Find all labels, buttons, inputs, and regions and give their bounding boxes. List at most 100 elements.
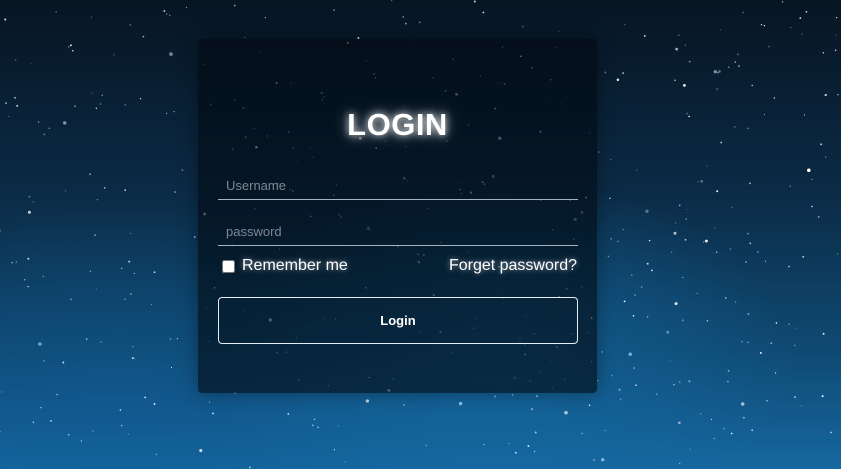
- star: [28, 195, 31, 198]
- star: [741, 341, 743, 343]
- star: [610, 158, 612, 161]
- star: [124, 298, 126, 301]
- star: [337, 425, 339, 427]
- star: [699, 413, 702, 415]
- star: [85, 338, 88, 340]
- star: [80, 440, 83, 442]
- star: [740, 402, 745, 406]
- star: [99, 103, 102, 105]
- star: [768, 45, 770, 48]
- star: [674, 302, 678, 306]
- star: [113, 54, 115, 56]
- star: [678, 204, 681, 207]
- star: [4, 18, 7, 21]
- star: [153, 271, 156, 274]
- star: [425, 444, 428, 447]
- star: [656, 393, 658, 395]
- star: [647, 316, 649, 318]
- star: [174, 191, 176, 193]
- remember-me[interactable]: Remember me: [222, 257, 348, 275]
- star: [593, 459, 595, 461]
- star: [64, 190, 66, 192]
- star: [144, 396, 147, 399]
- forget-password-link[interactable]: Forget password?: [449, 257, 577, 275]
- star: [821, 395, 824, 398]
- star: [794, 396, 796, 399]
- star: [119, 409, 122, 411]
- star: [42, 275, 45, 278]
- star: [69, 44, 72, 47]
- star: [95, 107, 97, 109]
- star: [631, 274, 633, 276]
- star: [193, 236, 196, 238]
- star: [646, 262, 649, 265]
- star: [714, 227, 716, 229]
- star: [43, 360, 45, 362]
- star: [43, 133, 46, 136]
- star: [760, 24, 763, 26]
- star: [176, 338, 179, 340]
- star: [62, 361, 65, 364]
- star: [208, 401, 211, 403]
- star: [749, 242, 752, 245]
- star: [836, 253, 839, 255]
- star: [717, 72, 719, 74]
- star: [473, 0, 476, 3]
- star: [185, 6, 188, 9]
- star: [14, 96, 16, 99]
- star: [169, 338, 172, 340]
- star: [8, 115, 10, 117]
- star: [678, 462, 681, 465]
- star: [830, 431, 832, 434]
- star: [835, 16, 838, 19]
- star: [764, 260, 767, 262]
- star: [713, 437, 715, 439]
- star: [173, 111, 175, 113]
- star: [249, 466, 251, 469]
- login-card: LOGIN Remember me Forget password? Login: [198, 39, 597, 393]
- star: [333, 449, 335, 451]
- star: [89, 173, 91, 175]
- star: [622, 72, 625, 75]
- login-button[interactable]: Login: [218, 297, 578, 344]
- star: [609, 197, 611, 199]
- star: [727, 369, 730, 372]
- star: [727, 380, 729, 383]
- star: [581, 432, 584, 435]
- star: [623, 300, 626, 303]
- username-input[interactable]: [218, 172, 578, 200]
- star: [133, 272, 135, 274]
- star: [419, 21, 421, 24]
- star: [101, 94, 103, 96]
- star: [0, 391, 2, 393]
- star: [688, 115, 690, 118]
- star: [747, 127, 750, 130]
- star: [55, 11, 57, 13]
- star: [684, 44, 686, 46]
- star: [751, 429, 754, 432]
- remember-me-checkbox[interactable]: [222, 259, 235, 273]
- star: [121, 267, 123, 270]
- star: [494, 395, 497, 398]
- star: [716, 251, 718, 253]
- password-input[interactable]: [218, 218, 578, 246]
- star: [633, 367, 636, 369]
- star: [781, 1, 784, 3]
- star: [674, 222, 677, 224]
- star: [619, 398, 622, 400]
- star: [27, 285, 30, 288]
- star: [38, 342, 42, 346]
- star: [700, 180, 703, 183]
- star: [607, 255, 610, 258]
- star: [678, 34, 680, 36]
- star: [27, 210, 31, 214]
- star: [737, 65, 740, 68]
- star: [736, 53, 739, 56]
- star: [824, 156, 827, 158]
- star: [317, 426, 319, 429]
- star: [799, 17, 802, 20]
- star: [153, 403, 156, 405]
- star: [636, 169, 638, 171]
- star: [564, 411, 568, 415]
- star: [704, 239, 708, 243]
